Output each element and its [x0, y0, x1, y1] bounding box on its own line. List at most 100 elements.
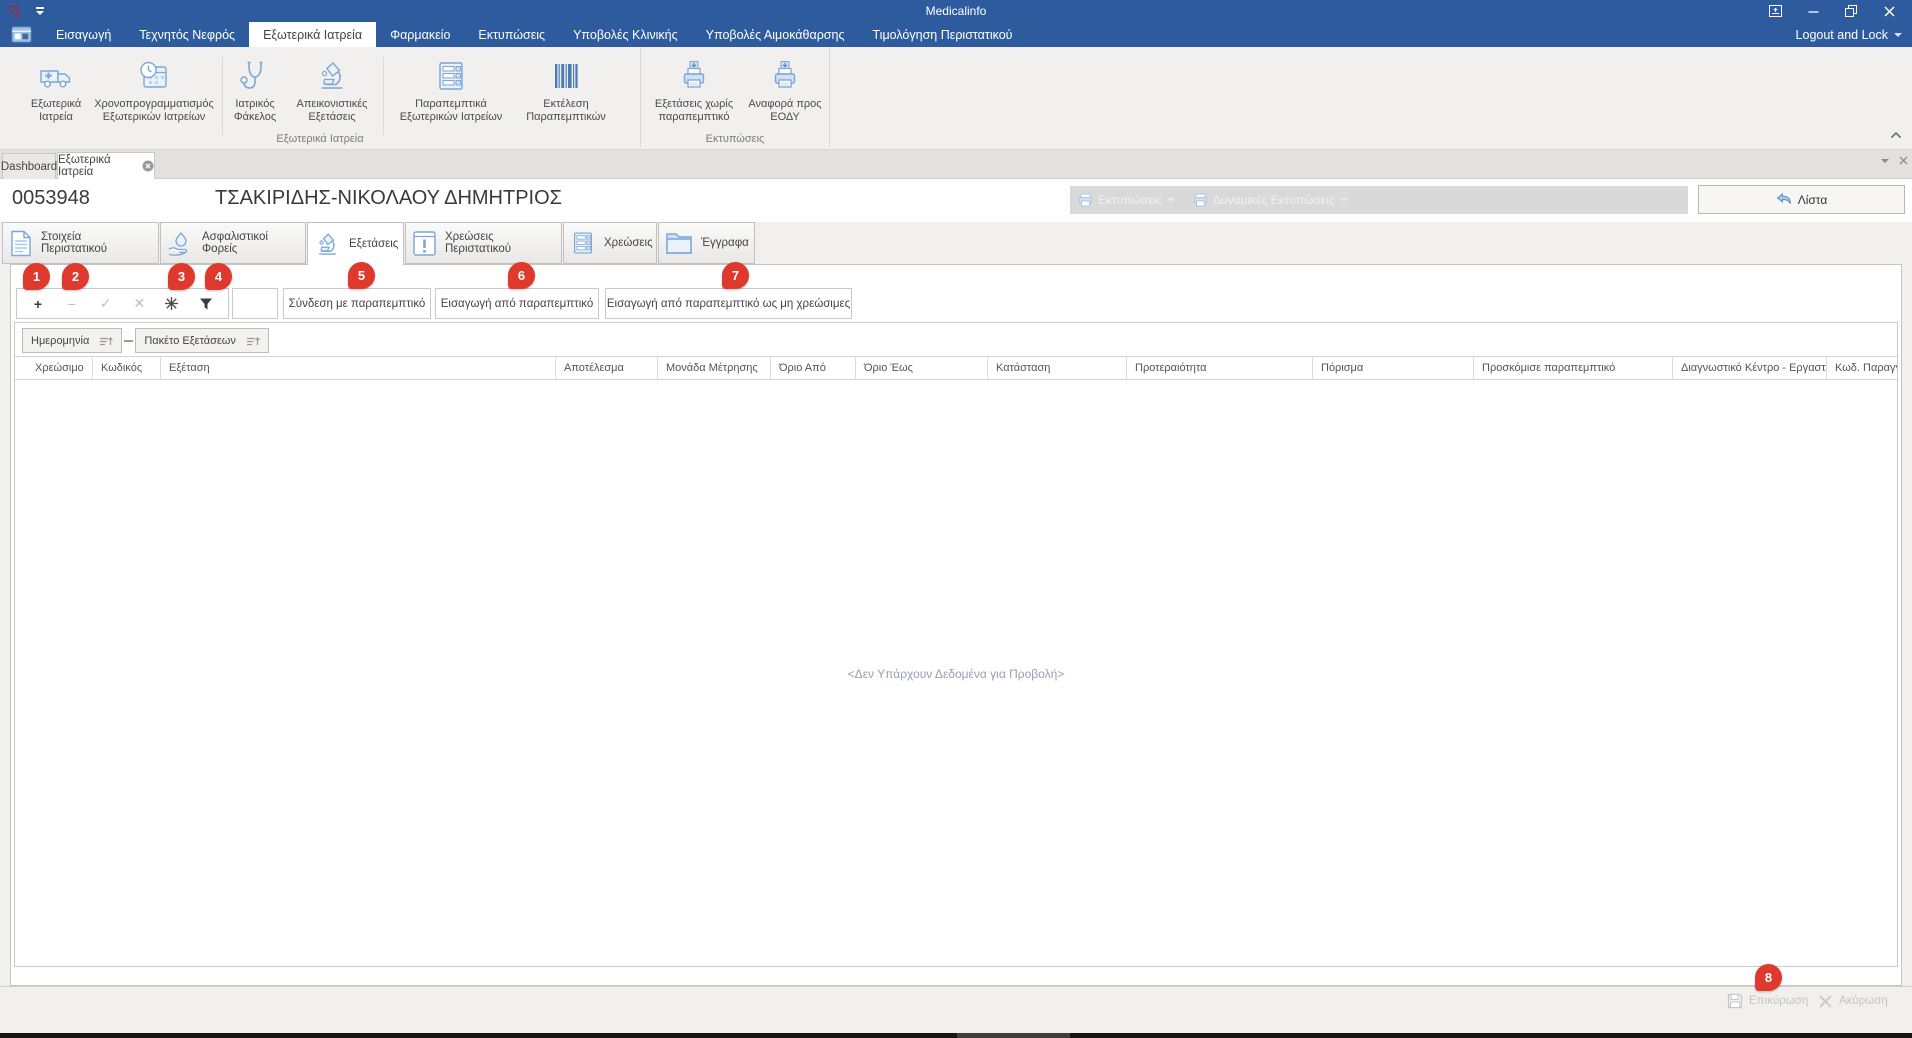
- ribbon-button-iatrikos-fakelos[interactable]: Ιατρικός Φάκελος: [228, 53, 282, 128]
- close-button[interactable]: [1870, 0, 1908, 22]
- record-navigator: + − ✓ ✕: [16, 288, 229, 319]
- cancel-edit-icon[interactable]: ✕: [131, 295, 147, 312]
- print-menu-button[interactable]: Εκτυπώσεις: [1078, 193, 1175, 207]
- confirm-button[interactable]: Επικύρωση: [1727, 991, 1808, 1011]
- tab-eksetaseis[interactable]: Εξετάσεις: [307, 222, 404, 265]
- microscope-icon: [315, 57, 349, 95]
- column-header[interactable]: Κωδικός: [93, 357, 161, 379]
- cancel-x-icon: [1818, 994, 1833, 1009]
- application-menu-icon[interactable]: [0, 22, 42, 47]
- column-header[interactable]: Κωδ. Παραγγελίας: [1827, 357, 1897, 379]
- logout-and-lock-button[interactable]: Logout and Lock: [1796, 22, 1902, 47]
- tab-close-icon[interactable]: [142, 160, 154, 172]
- ribbon-button-ektelesi-parapemptikon[interactable]: Εκτέλεση Παραπεμπτικών: [517, 53, 615, 128]
- tab-list-dropdown-icon[interactable]: [1881, 159, 1889, 163]
- column-header[interactable]: Μονάδα Μέτρησης: [658, 357, 771, 379]
- doc-tab-dashboard[interactable]: Dashboard: [2, 153, 56, 179]
- title-bar: Medicalinfo: [0, 0, 1912, 22]
- ribbon-tab-ektyposeis[interactable]: Εκτυπώσεις: [464, 22, 559, 47]
- add-record-icon[interactable]: +: [30, 296, 46, 312]
- cancel-button[interactable]: Ακύρωση: [1818, 991, 1888, 1011]
- dropdown-caret-icon: [1167, 198, 1175, 202]
- list-button[interactable]: Λίστα: [1698, 185, 1905, 214]
- minimize-button[interactable]: [1794, 0, 1832, 22]
- link-referral-button[interactable]: Σύνδεση με παραπεμπτικό: [283, 288, 431, 319]
- dynamic-print-menu-button[interactable]: Δυναμικές Εκτυπώσεις: [1193, 193, 1348, 207]
- empty-data-message: <Δεν Υπάρχουν Δεδομένα για Προβολή>: [848, 667, 1065, 681]
- ribbon-button-eksetaseis-xoris-parapemptiko[interactable]: Εξετάσεις χωρίς παραπεμπτικό: [646, 53, 742, 128]
- patient-name: ΤΣΑΚΙΡΙΔΗΣ-ΝΙΚΟΛΑΟΥ ΔΗΜΗΤΡΙΟΣ: [215, 187, 562, 210]
- tab-stoixeia-peristatikou[interactable]: Στοιχεία Περιστατικού: [2, 222, 159, 264]
- tab-group-close-icon[interactable]: [1899, 156, 1908, 165]
- ribbon-button-eksoterika-iatreia[interactable]: Εξωτερικά Ιατρεία: [25, 53, 87, 128]
- ribbon-tab-timologisi-peristatikou[interactable]: Τιμολόγηση Περιστατικού: [859, 22, 1027, 47]
- group-by-panel: Ημερομηνία Πακέτο Εξετάσεων: [22, 328, 269, 353]
- column-header[interactable]: Εξέταση: [161, 357, 556, 379]
- import-from-referral-button[interactable]: Εισαγωγή από παραπεμπτικό: [435, 288, 599, 319]
- ribbon-separator: [222, 57, 223, 135]
- exams-grid: Ημερομηνία Πακέτο Εξετάσεων Χρεώσιμο Κωδ…: [14, 322, 1898, 967]
- ribbon-content: Εξωτερικά Ιατρεία Χρονοπρογραμματισμός Ε…: [0, 47, 1912, 150]
- filter-funnel-icon[interactable]: [199, 297, 215, 311]
- ribbon-display-options-button[interactable]: [1756, 0, 1794, 22]
- refresh-icon[interactable]: [165, 297, 181, 310]
- column-header[interactable]: Όριο Από: [771, 357, 856, 379]
- column-header[interactable]: Κατάσταση: [988, 357, 1127, 379]
- ambulance-icon: [38, 57, 74, 95]
- ribbon-button-xronoprogrammatismos[interactable]: Χρονοπρογραμματισμός Εξωτερικών Ιατρείων: [91, 53, 217, 128]
- grid-body: <Δεν Υπάρχουν Δεδομένα για Προβολή>: [15, 381, 1897, 966]
- delete-record-icon[interactable]: −: [64, 296, 80, 312]
- tab-xreoseis-peristatikou[interactable]: Χρεώσεις Περιστατικού: [405, 222, 562, 264]
- printer-export-icon: [677, 57, 711, 95]
- ribbon-tab-eksoterika-iatreia[interactable]: Εξωτερικά Ιατρεία: [249, 22, 376, 47]
- column-header[interactable]: Όριο Έως: [856, 357, 988, 379]
- patient-header: 0053948 ΤΣΑΚΙΡΙΔΗΣ-ΝΙΚΟΛΑΟΥ ΔΗΜΗΤΡΙΟΣ Εκ…: [0, 179, 1912, 222]
- hand-care-icon: [167, 230, 194, 257]
- confirm-edit-icon[interactable]: ✓: [98, 295, 114, 312]
- annotation-badge-2: 2: [62, 263, 89, 290]
- patient-sub-tabs: Στοιχεία Περιστατικού Ασφαλιστικοί Φορεί…: [0, 222, 1912, 264]
- ribbon-separator: [383, 57, 384, 135]
- window-title: Medicalinfo: [0, 4, 1912, 18]
- annotation-badge-3: 3: [168, 263, 195, 290]
- group-chip-connector: [124, 340, 133, 342]
- ribbon-button-anafora-eody[interactable]: Αναφορά προς ΕΟΔΥ: [746, 53, 824, 128]
- document-tab-bar: Dashboard Εξωτερικά Ιατρεία: [0, 150, 1912, 179]
- column-header[interactable]: Πόρισμα: [1313, 357, 1474, 379]
- ribbon-button-apeikonistikes-eksetaseis[interactable]: Απεικονιστικές Εξετάσεις: [286, 53, 378, 128]
- tab-eggrafa[interactable]: Έγγραφα: [658, 222, 755, 264]
- collapse-ribbon-icon[interactable]: [1890, 131, 1902, 139]
- save-icon: [1727, 993, 1743, 1009]
- group-chip-paketo-eksetaseon[interactable]: Πακέτο Εξετάσεων: [135, 328, 269, 353]
- toolbar-empty-box[interactable]: [232, 288, 278, 319]
- ribbon-tab-texnitos-nefros[interactable]: Τεχνητός Νεφρός: [125, 22, 249, 47]
- ribbon-tab-ypovoles-klinikis[interactable]: Υποβολές Κλινικής: [559, 22, 692, 47]
- tab-xreoseis[interactable]: Χρεώσεις: [563, 222, 657, 264]
- group-chip-imerominia[interactable]: Ημερομηνία: [22, 328, 122, 353]
- column-header[interactable]: Διαγνωστικό Κέντρο - Εργαστήριο: [1673, 357, 1827, 379]
- column-header[interactable]: Προσκόμισε παραπεμπτικό: [1474, 357, 1673, 379]
- restore-button[interactable]: [1832, 0, 1870, 22]
- tab-asfalistikoi-foreis[interactable]: Ασφαλιστικοί Φορείς: [160, 222, 306, 264]
- ribbon-group-label: Εξωτερικά Ιατρεία: [0, 133, 640, 145]
- ribbon-group-eksoterika-iatreia: Εξωτερικά Ιατρεία Χρονοπρογραμματισμός Ε…: [0, 47, 640, 147]
- referral-form-icon: [434, 57, 468, 95]
- annotation-badge-8: 8: [1755, 964, 1782, 991]
- patient-id: 0053948: [12, 187, 90, 210]
- sort-ascending-icon: [246, 335, 260, 347]
- ribbon-tab-ypovoles-aimokatharsis[interactable]: Υποβολές Αιμοκάθαρσης: [692, 22, 859, 47]
- annotation-badge-1: 1: [23, 263, 50, 290]
- ribbon-tab-eisagogi[interactable]: Εισαγωγή: [42, 22, 125, 47]
- column-header[interactable]: Προτεραιότητα: [1127, 357, 1313, 379]
- ribbon-button-parapemptika[interactable]: Παραπεμπτικά Εξωτερικών Ιατρείων: [389, 53, 513, 128]
- document-icon: [9, 230, 33, 257]
- taskbar-edge: [0, 1033, 1912, 1038]
- column-header[interactable]: Αποτέλεσμα: [556, 357, 658, 379]
- doc-tab-eksoterika-iatreia[interactable]: Εξωτερικά Ιατρεία: [57, 152, 155, 179]
- warning-exclamation-icon: [412, 230, 437, 257]
- ribbon-tab-farmakeio[interactable]: Φαρμακείο: [376, 22, 464, 47]
- charges-form-icon: [570, 230, 596, 256]
- dropdown-caret-icon: [1340, 198, 1348, 202]
- column-header[interactable]: Χρεώσιμο: [27, 357, 93, 379]
- import-from-referral-nocharge-button[interactable]: Εισαγωγή από παραπεμπτικό ως μη χρεώσιμε…: [605, 288, 852, 319]
